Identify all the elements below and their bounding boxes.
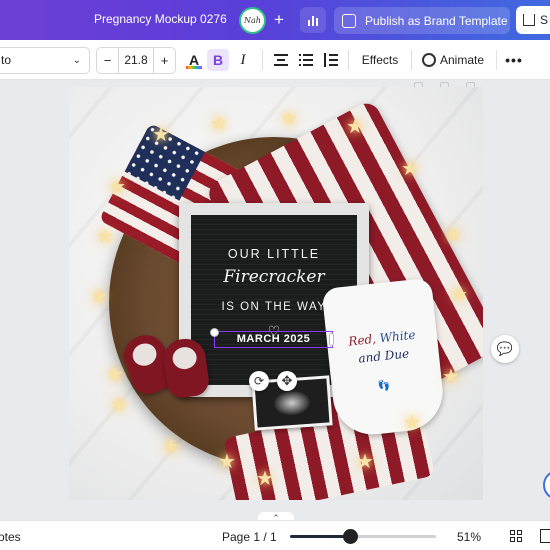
- toolbar-divider: [262, 50, 263, 70]
- color-swatch-bar: [186, 66, 202, 69]
- share-button[interactable]: S: [516, 6, 550, 34]
- document-title[interactable]: Pregnancy Mockup 0276: [94, 12, 227, 26]
- top-bar: Pregnancy Mockup 0276 Nah + Publish as B…: [0, 0, 550, 40]
- star-light-icon: ★: [108, 176, 126, 198]
- animate-button[interactable]: Animate: [416, 47, 492, 74]
- align-center-icon[interactable]: [274, 53, 288, 67]
- zoom-slider-fill: [290, 535, 350, 538]
- resize-handle-left[interactable]: [210, 328, 219, 337]
- design-page[interactable]: OUR LITTLE Firecracker IS ON THE WAY ♡ R…: [69, 87, 483, 500]
- star-light-icon: ★: [346, 116, 364, 138]
- onesie-red-text: Red,: [347, 331, 381, 349]
- star-light-icon: ★: [96, 226, 114, 248]
- board-text-line1[interactable]: OUR LITTLE: [191, 247, 357, 261]
- star-light-icon: ★: [403, 412, 421, 434]
- bar-chart-icon: [308, 20, 310, 26]
- resize-handle-right[interactable]: [329, 333, 334, 346]
- zoom-slider[interactable]: [290, 529, 436, 544]
- star-light-icon: ★: [90, 286, 108, 308]
- animate-label: Animate: [440, 53, 485, 67]
- share-label: S: [540, 13, 549, 27]
- font-name: to: [1, 53, 12, 67]
- decrease-font-size-button[interactable]: −: [97, 48, 119, 73]
- star-light-icon: ★: [280, 108, 298, 130]
- share-icon: [523, 14, 535, 26]
- text-toolbar: to ⌄ − 21.8 + A B I Effects Animate •••: [0, 40, 550, 80]
- line-spacing-icon[interactable]: [324, 53, 338, 67]
- footprints-icon: 👣: [377, 380, 391, 393]
- star-light-icon: ★: [152, 124, 170, 146]
- grid-view-icon[interactable]: [510, 530, 522, 542]
- font-size-stepper[interactable]: − 21.8 +: [96, 47, 176, 74]
- animate-icon: [422, 53, 436, 67]
- star-light-icon: ★: [210, 113, 228, 135]
- star-light-icon: ★: [442, 366, 460, 388]
- board-text-line2[interactable]: Firecracker: [191, 267, 357, 287]
- bar-chart-icon-bar: [312, 16, 314, 26]
- star-light-icon: ★: [106, 364, 124, 386]
- toolbar-divider: [348, 50, 349, 70]
- page-indicator[interactable]: Page 1 / 1: [222, 530, 277, 544]
- star-light-icon: ★: [450, 284, 468, 306]
- move-icon[interactable]: ✥: [277, 371, 297, 391]
- star-light-icon: ★: [356, 451, 374, 473]
- italic-button[interactable]: I: [232, 49, 254, 71]
- font-family-select[interactable]: to ⌄: [0, 47, 90, 74]
- star-light-icon: ★: [162, 436, 180, 458]
- bullet-list-icon[interactable]: [299, 53, 313, 67]
- fullscreen-icon[interactable]: [540, 529, 550, 543]
- publish-brand-template-button[interactable]: Publish as Brand Template: [334, 7, 510, 34]
- selected-text-box[interactable]: MARCH 2025: [214, 331, 333, 348]
- due-date-text[interactable]: MARCH 2025: [215, 333, 332, 345]
- template-icon: [342, 13, 356, 28]
- footer-bar: otes Page 1 / 1 51%: [0, 520, 550, 550]
- more-options-button[interactable]: •••: [503, 47, 525, 74]
- star-light-icon: ★: [401, 158, 419, 180]
- invite-plus-button[interactable]: +: [270, 10, 288, 30]
- add-comment-icon[interactable]: 💬: [491, 335, 519, 363]
- user-avatar[interactable]: Nah: [239, 7, 266, 34]
- publish-label: Publish as Brand Template: [365, 13, 508, 28]
- zoom-percentage[interactable]: 51%: [457, 530, 481, 544]
- rotate-icon[interactable]: ⟳: [249, 371, 269, 391]
- font-size-input[interactable]: 21.8: [119, 48, 153, 73]
- toolbar-divider: [496, 50, 497, 70]
- toolbar-divider: [411, 50, 412, 70]
- star-light-icon: ★: [444, 224, 462, 246]
- avatar-signature: Nah: [244, 16, 261, 25]
- star-light-icon: ★: [256, 468, 274, 490]
- bar-chart-icon-bar: [316, 18, 318, 26]
- zoom-slider-thumb[interactable]: [342, 529, 358, 544]
- onesie-white-text: White: [379, 327, 417, 346]
- bold-button[interactable]: B: [207, 49, 229, 71]
- chevron-down-icon: ⌄: [72, 55, 81, 66]
- star-light-icon: ★: [218, 451, 236, 473]
- notes-button[interactable]: otes: [0, 530, 21, 544]
- analytics-button[interactable]: [300, 7, 326, 33]
- increase-font-size-button[interactable]: +: [153, 48, 175, 73]
- text-color-button[interactable]: A: [183, 49, 205, 71]
- effects-button[interactable]: Effects: [355, 47, 405, 74]
- star-light-icon: ★: [110, 394, 128, 416]
- baby-onesie[interactable]: Red, White and Due 👣: [321, 277, 447, 439]
